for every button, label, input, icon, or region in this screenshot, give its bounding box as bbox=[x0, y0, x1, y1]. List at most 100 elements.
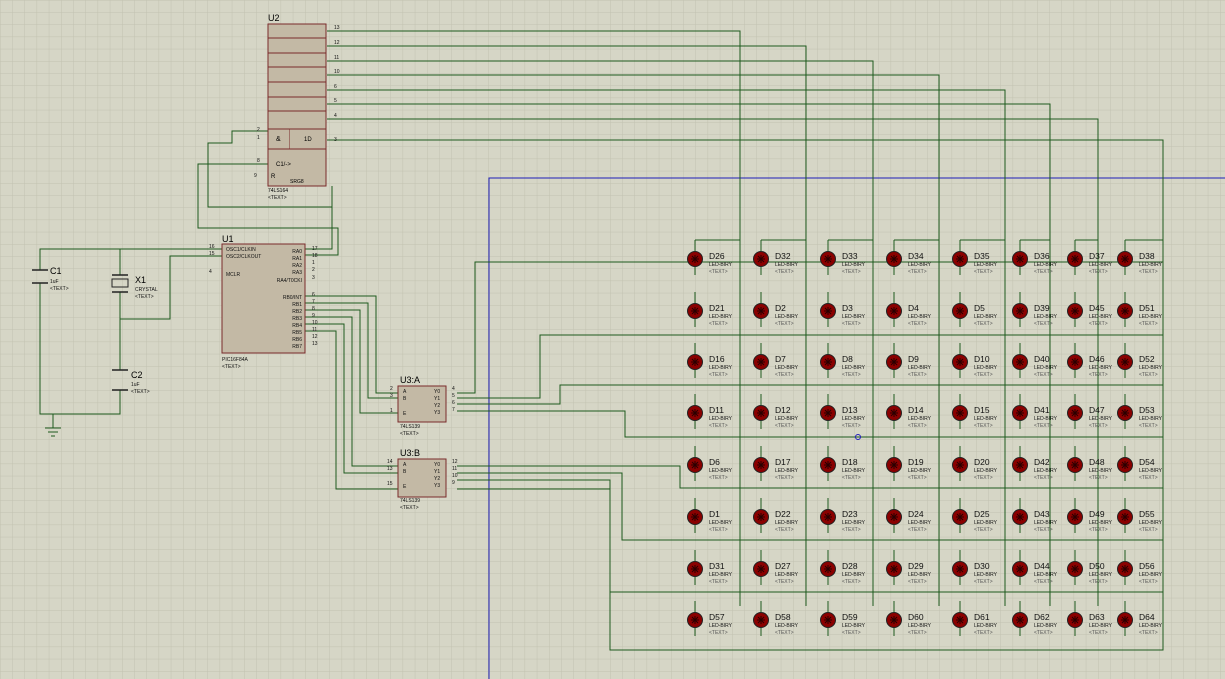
led-text-d34: <TEXT> bbox=[908, 269, 927, 275]
led-model-d52: LED-BIRY bbox=[1139, 365, 1163, 371]
u1-model: PIC16F84A bbox=[222, 357, 249, 363]
u1-pin-num-9: 9 bbox=[312, 313, 315, 319]
led-model-d20: LED-BIRY bbox=[974, 468, 998, 474]
led-text-d31: <TEXT> bbox=[709, 579, 728, 585]
u2-pin-13: 13 bbox=[334, 25, 340, 31]
led-model-d40: LED-BIRY bbox=[1034, 365, 1058, 371]
led-ref-d6: D6 bbox=[709, 457, 720, 467]
u2-pin-12: 12 bbox=[334, 40, 340, 46]
u3a-pin-y1: Y1 bbox=[434, 396, 440, 402]
led-model-d8: LED-BIRY bbox=[842, 365, 866, 371]
led-text-d7: <TEXT> bbox=[775, 372, 794, 378]
led-text-d47: <TEXT> bbox=[1089, 423, 1108, 429]
led-model-d16: LED-BIRY bbox=[709, 365, 733, 371]
led-ref-d40: D40 bbox=[1034, 354, 1050, 364]
led-ref-d20: D20 bbox=[974, 457, 990, 467]
c2-ref: C2 bbox=[131, 370, 143, 380]
u1-pin-rb5: RB5 bbox=[292, 330, 302, 336]
led-text-d41: <TEXT> bbox=[1034, 423, 1053, 429]
u1-text: <TEXT> bbox=[222, 364, 241, 370]
led-text-d30: <TEXT> bbox=[974, 579, 993, 585]
led-ref-d47: D47 bbox=[1089, 405, 1105, 415]
led-ref-d64: D64 bbox=[1139, 612, 1155, 622]
led-text-d23: <TEXT> bbox=[842, 527, 861, 533]
led-ref-d59: D59 bbox=[842, 612, 858, 622]
led-ref-d24: D24 bbox=[908, 509, 924, 519]
led-model-d5: LED-BIRY bbox=[974, 314, 998, 320]
u3b-model: 74LS139 bbox=[400, 498, 420, 504]
led-ref-d26: D26 bbox=[709, 251, 725, 261]
led-ref-d52: D52 bbox=[1139, 354, 1155, 364]
led-text-d46: <TEXT> bbox=[1089, 372, 1108, 378]
led-ref-d56: D56 bbox=[1139, 561, 1155, 571]
u1-pin-ra0: RA0 bbox=[292, 249, 302, 255]
led-text-d5: <TEXT> bbox=[974, 321, 993, 327]
led-model-d12: LED-BIRY bbox=[775, 416, 799, 422]
led-ref-d9: D9 bbox=[908, 354, 919, 364]
led-ref-d28: D28 bbox=[842, 561, 858, 571]
u3a-text: <TEXT> bbox=[400, 431, 419, 437]
led-model-d58: LED-BIRY bbox=[775, 623, 799, 629]
led-model-d22: LED-BIRY bbox=[775, 520, 799, 526]
led-model-d54: LED-BIRY bbox=[1139, 468, 1163, 474]
u3a-model: 74LS139 bbox=[400, 424, 420, 430]
u3a-pin-num-6: 6 bbox=[452, 400, 455, 406]
led-ref-d19: D19 bbox=[908, 457, 924, 467]
led-text-d44: <TEXT> bbox=[1034, 579, 1053, 585]
led-text-d11: <TEXT> bbox=[709, 423, 728, 429]
led-ref-d30: D30 bbox=[974, 561, 990, 571]
led-ref-d17: D17 bbox=[775, 457, 791, 467]
led-ref-d35: D35 bbox=[974, 251, 990, 261]
u3b-pin-num-13: 13 bbox=[387, 466, 393, 472]
led-ref-d33: D33 bbox=[842, 251, 858, 261]
u3b-pin-y3: Y3 bbox=[434, 483, 440, 489]
u2-text: <TEXT> bbox=[268, 195, 287, 201]
u1-pin-rb7: RB7 bbox=[292, 344, 302, 350]
u3b-pin-num-9: 9 bbox=[452, 480, 455, 486]
led-ref-d37: D37 bbox=[1089, 251, 1105, 261]
led-model-d44: LED-BIRY bbox=[1034, 572, 1058, 578]
led-model-d48: LED-BIRY bbox=[1089, 468, 1113, 474]
u3a-pin-y3: Y3 bbox=[434, 410, 440, 416]
u1-pin-num-2: 2 bbox=[312, 267, 315, 273]
u1-pin-rb3: RB3 bbox=[292, 316, 302, 322]
u1-pin-num-13: 13 bbox=[312, 341, 318, 347]
led-model-d10: LED-BIRY bbox=[974, 365, 998, 371]
led-text-d52: <TEXT> bbox=[1139, 372, 1158, 378]
led-text-d10: <TEXT> bbox=[974, 372, 993, 378]
led-ref-d29: D29 bbox=[908, 561, 924, 571]
led-model-d15: LED-BIRY bbox=[974, 416, 998, 422]
u3b-ref: U3:B bbox=[400, 448, 420, 458]
led-ref-d53: D53 bbox=[1139, 405, 1155, 415]
led-model-d4: LED-BIRY bbox=[908, 314, 932, 320]
led-model-d42: LED-BIRY bbox=[1034, 468, 1058, 474]
led-model-d30: LED-BIRY bbox=[974, 572, 998, 578]
led-model-d29: LED-BIRY bbox=[908, 572, 932, 578]
led-text-d15: <TEXT> bbox=[974, 423, 993, 429]
led-text-d29: <TEXT> bbox=[908, 579, 927, 585]
led-ref-d31: D31 bbox=[709, 561, 725, 571]
led-text-d28: <TEXT> bbox=[842, 579, 861, 585]
u1-pin-ra4-t0cki: RA4/T0CKI bbox=[277, 278, 302, 284]
led-text-d2: <TEXT> bbox=[775, 321, 794, 327]
led-text-d35: <TEXT> bbox=[974, 269, 993, 275]
u1-pin-num-8: 8 bbox=[312, 306, 315, 312]
led-text-d40: <TEXT> bbox=[1034, 372, 1053, 378]
led-text-d25: <TEXT> bbox=[974, 527, 993, 533]
u1-pin-num-12: 12 bbox=[312, 334, 318, 340]
led-model-d24: LED-BIRY bbox=[908, 520, 932, 526]
u1-pin-num-3: 3 bbox=[312, 275, 315, 281]
led-model-d47: LED-BIRY bbox=[1089, 416, 1113, 422]
led-model-d37: LED-BIRY bbox=[1089, 262, 1113, 268]
led-ref-d54: D54 bbox=[1139, 457, 1155, 467]
led-text-d18: <TEXT> bbox=[842, 475, 861, 481]
u2-pin-4: 4 bbox=[334, 113, 337, 119]
led-ref-d36: D36 bbox=[1034, 251, 1050, 261]
u3a-pin-num-4: 4 bbox=[452, 386, 455, 392]
led-text-d56: <TEXT> bbox=[1139, 579, 1158, 585]
led-text-d19: <TEXT> bbox=[908, 475, 927, 481]
u2-pin-6: 6 bbox=[334, 84, 337, 90]
u3b-pin-num-12: 12 bbox=[452, 459, 458, 465]
u2-pin-5: 5 bbox=[334, 98, 337, 104]
x1-text: <TEXT> bbox=[135, 294, 154, 300]
